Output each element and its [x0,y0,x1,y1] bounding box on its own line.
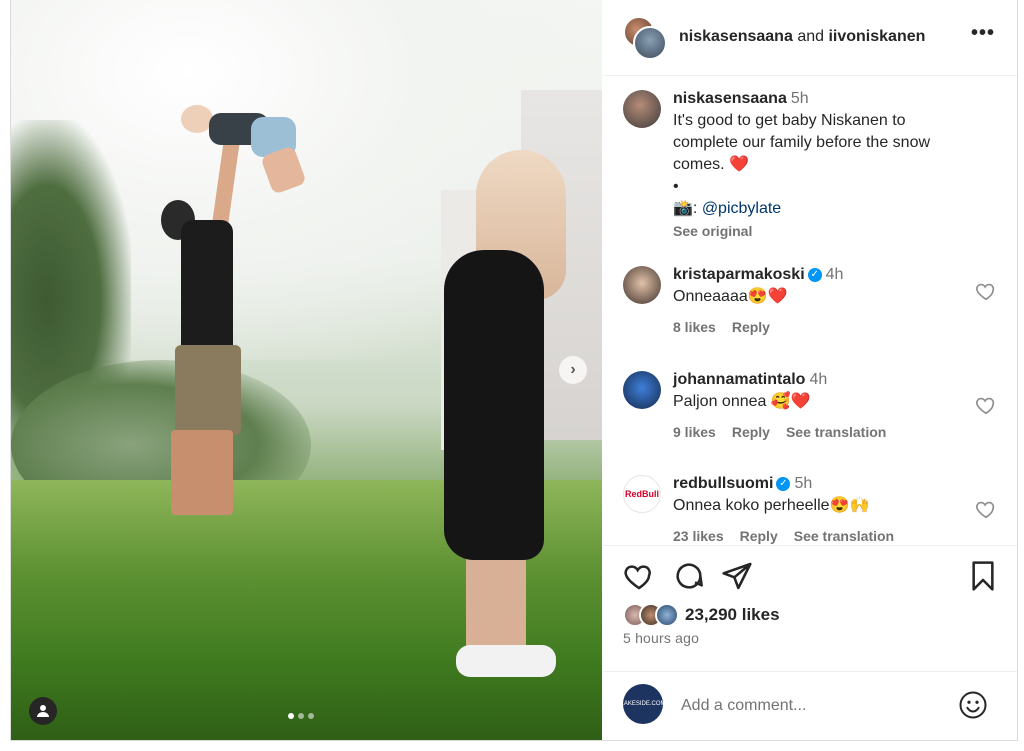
like-comment-heart-icon[interactable] [975,280,997,302]
comment-time[interactable]: 4h [809,371,827,388]
like-comment-heart-icon[interactable] [975,394,997,416]
likes-summary[interactable]: 23,290 likes [623,603,780,627]
comment-time[interactable]: 5h [794,475,812,492]
like-heart-icon[interactable] [623,560,655,592]
comment-body: kristaparmakoski ✓ 4h Onneaaaa😍❤️ 8 likes … [673,264,973,338]
caption-time[interactable]: 5h [791,90,809,107]
carousel-dot [298,713,304,719]
comment-body: johannamatintalo 4h Paljon onnea 🥰❤️ 9 li… [673,369,973,443]
author-username[interactable]: niskasensaana [679,28,793,45]
comment-text: Onnea koko perheelle😍🙌 [673,497,870,514]
comment-username[interactable]: johannamatintalo [673,371,805,388]
carousel-dot [288,713,294,719]
comment-likes[interactable]: 23 likes [673,525,724,544]
caption-bullet: • [673,178,679,195]
comment-meta: 23 likes Reply See translation [673,525,973,544]
avatar[interactable]: LAKESIDE.COM [621,684,666,724]
avatar[interactable] [623,371,661,409]
post-header: niskasensaana and iivoniskanen ••• [603,0,1017,76]
like-comment-heart-icon[interactable] [975,498,997,520]
collab-avatars[interactable] [623,16,667,60]
carousel-indicator [288,713,314,719]
comment-username[interactable]: redbullsuomi [673,475,773,492]
caption-credit-prefix: 📸: [673,200,702,217]
person-icon [37,705,49,717]
avatar[interactable] [623,266,661,304]
verified-badge-icon: ✓ [807,267,822,282]
comment-username[interactable]: kristaparmakoski [673,266,805,283]
comment-time[interactable]: 4h [826,266,844,283]
comment-meta: 9 likes Reply See translation [673,421,973,443]
see-original-link[interactable]: See original [673,223,752,239]
share-paper-plane-icon[interactable] [721,560,753,592]
carousel-dot [308,713,314,719]
comment-composer: LAKESIDE.COM [603,671,1017,742]
more-options-icon[interactable]: ••• [971,22,995,45]
add-comment-input[interactable] [679,692,943,720]
comment-likes[interactable]: 8 likes [673,316,716,338]
carousel-next-button[interactable]: › [559,356,587,384]
emoji-picker-icon[interactable] [958,690,988,720]
avatar[interactable] [633,26,667,60]
chevron-right-icon: › [570,361,576,378]
avatar [655,603,679,627]
reply-button[interactable]: Reply [732,421,770,443]
comment-likes[interactable]: 9 likes [673,421,716,443]
comment-text: Onneaaaa😍❤️ [673,288,788,305]
reply-button[interactable]: Reply [740,525,778,544]
save-bookmark-icon[interactable] [967,560,999,592]
verified-badge-icon: ✓ [776,476,791,491]
comment-meta: 8 likes Reply [673,316,973,338]
credit-mention-link[interactable]: @picbylate [702,200,781,217]
see-translation-link[interactable]: See translation [794,525,894,544]
post-timestamp[interactable]: 5 hours ago [623,630,699,646]
caption-body: niskasensaana 5h It's good to get baby Ni… [673,88,973,243]
post-authors: niskasensaana and iivoniskanen [679,28,925,46]
comment-bubble-icon[interactable] [673,560,705,592]
photo-mother [436,150,576,690]
reply-button[interactable]: Reply [732,316,770,338]
post-side-panel: niskasensaana and iivoniskanen ••• niska… [603,0,1017,740]
tagged-users-button[interactable] [29,697,57,725]
post-photo[interactable] [11,0,602,740]
photo-baby [181,105,307,195]
caption-text: It's good to get baby Niskanen to comple… [673,112,931,173]
authors-joiner: and [797,28,825,45]
likes-count[interactable]: 23,290 likes [685,605,780,625]
post-actions: 23,290 likes 5 hours ago LAKESIDE.COM [603,545,1017,742]
comments-list[interactable]: niskasensaana 5h It's good to get baby Ni… [603,76,1017,544]
photo-father [161,119,251,520]
coauthor-username[interactable]: iivoniskanen [828,28,925,45]
comment-body: redbullsuomi ✓ 5h Onnea koko perheelle😍🙌 2… [673,473,973,544]
see-translation-link[interactable]: See translation [786,421,886,443]
avatar[interactable] [623,90,661,128]
avatar[interactable]: RedBull [623,475,661,513]
comment-text: Paljon onnea 🥰❤️ [673,393,811,410]
caption-username[interactable]: niskasensaana [673,90,787,107]
